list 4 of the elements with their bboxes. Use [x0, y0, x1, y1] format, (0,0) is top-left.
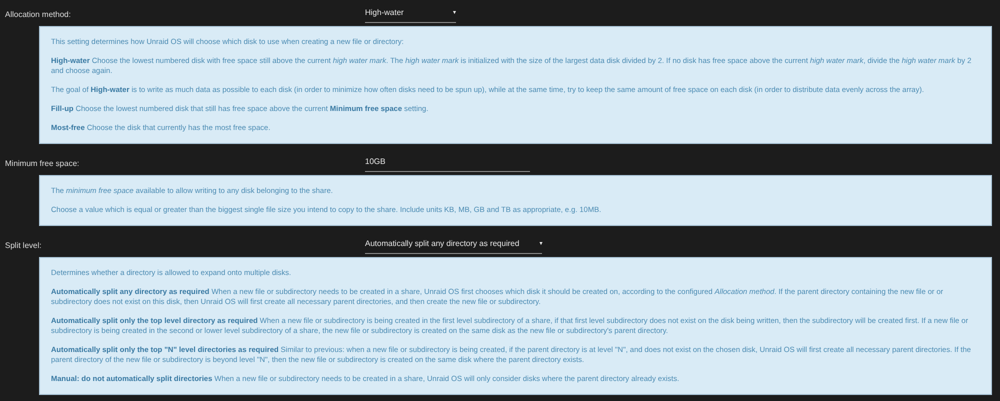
setting-label: Minimum free space: — [5, 158, 80, 170]
setting-label: Allocation method: — [5, 9, 72, 21]
setting-label: Split level: — [5, 240, 42, 252]
input-field[interactable]: 10GB — [365, 156, 530, 172]
